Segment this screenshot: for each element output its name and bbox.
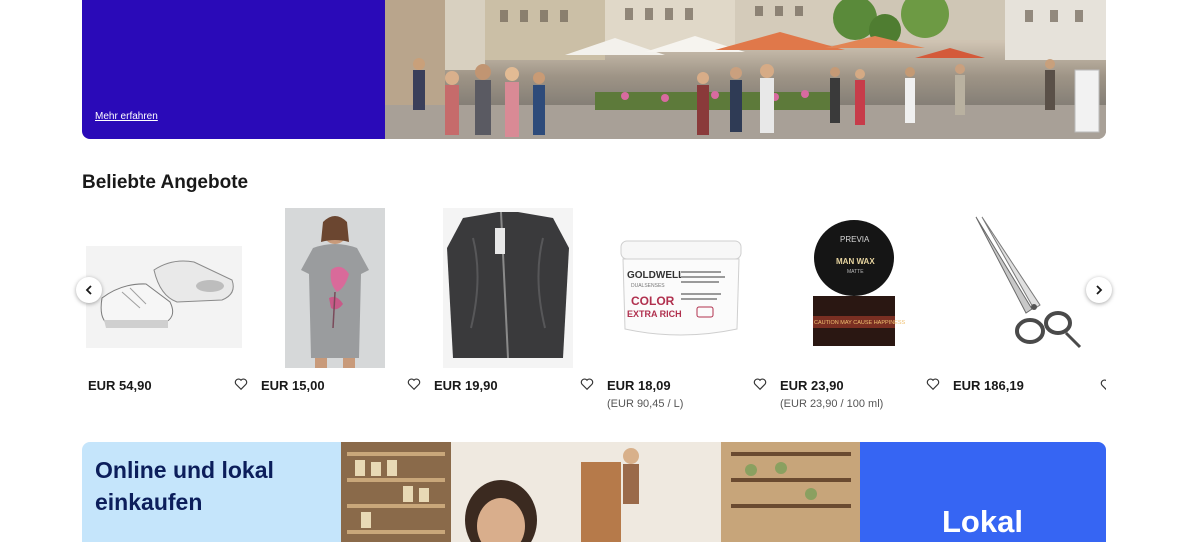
product-price: EUR 186,19 — [953, 378, 1024, 393]
heart-icon[interactable] — [753, 377, 769, 393]
product-image-dress[interactable] — [255, 208, 415, 368]
lokal-label: Lokal — [942, 504, 1023, 539]
previa-band: CAUTION MAY CAUSE HAPPINESS — [814, 320, 906, 326]
heart-icon[interactable] — [407, 377, 423, 393]
product-price: EUR 15,00 — [261, 378, 325, 393]
product-card-jacket[interactable]: EUR 19,90 — [428, 205, 594, 420]
hair-mask-image: GOLDWELL. DUALSENSES COLOR EXTRA RICH — [620, 240, 742, 336]
product-price: EUR 23,90 — [780, 378, 844, 393]
goldwell-sub: DUALSENSES — [631, 283, 665, 289]
popular-offers-carousel: EUR 54,90 EUR 15,00 EUR 19,90 GOLDWELL. … — [82, 205, 1106, 420]
previa-sub: MATTE — [847, 269, 864, 275]
product-image-hair-mask[interactable]: GOLDWELL. DUALSENSES COLOR EXTRA RICH — [601, 208, 761, 368]
online-local-title: Online und lokal einkaufen — [95, 457, 274, 515]
product-image-sneaker[interactable] — [82, 208, 242, 368]
product-unit-price: (EUR 23,90 / 100 ml) — [780, 398, 884, 410]
product-image-scissors[interactable] — [947, 208, 1107, 368]
previa-brand: PREVIA — [840, 235, 870, 244]
previa-name: MAN WAX — [836, 257, 875, 266]
goldwell-line-2: EXTRA RICH — [627, 309, 682, 319]
product-card-dress[interactable]: EUR 15,00 — [255, 205, 421, 420]
market-photo — [385, 0, 1106, 139]
product-card-man-wax[interactable]: PREVIA MAN WAX MATTE CAUTION MAY CAUSE H… — [774, 205, 940, 420]
carousel-next-button[interactable] — [1086, 277, 1112, 303]
product-unit-price: (EUR 90,45 / L) — [607, 398, 684, 410]
jacket-image — [443, 208, 573, 368]
shop-photo-illustration — [341, 442, 860, 542]
online-local-panel: Online und lokal einkaufen — [82, 442, 341, 542]
product-card-scissors[interactable]: EUR 186,19 — [947, 205, 1107, 420]
shop-photo — [341, 442, 860, 542]
product-card-sneaker[interactable]: EUR 54,90 — [82, 205, 248, 420]
goldwell-line-1: COLOR — [631, 294, 675, 308]
dress-image — [285, 208, 385, 368]
carousel-prev-button[interactable] — [76, 277, 102, 303]
chevron-left-icon — [85, 285, 92, 295]
heart-icon[interactable] — [926, 377, 942, 393]
product-card-hair-mask[interactable]: GOLDWELL. DUALSENSES COLOR EXTRA RICH EU… — [601, 205, 767, 420]
hero-banner: Mehr erfahren — [82, 0, 1106, 139]
scissors-image — [975, 216, 1082, 349]
product-image-man-wax[interactable]: PREVIA MAN WAX MATTE CAUTION MAY CAUSE H… — [774, 208, 934, 368]
product-price: EUR 18,09 — [607, 378, 671, 393]
heart-icon[interactable] — [234, 377, 250, 393]
man-wax-image: PREVIA MAN WAX MATTE CAUTION MAY CAUSE H… — [813, 220, 906, 346]
chevron-right-icon — [1096, 285, 1103, 295]
heart-icon[interactable] — [1100, 378, 1106, 392]
section-title: Beliebte Angebote — [82, 172, 249, 193]
sneaker-image — [86, 246, 242, 348]
product-image-jacket[interactable] — [428, 208, 588, 368]
goldwell-brand: GOLDWELL. — [627, 270, 687, 281]
lokal-panel: Lokal — [860, 442, 1106, 542]
online-local-banner[interactable]: Online und lokal einkaufen Lokal — [82, 442, 1106, 542]
mehr-erfahren-link[interactable]: Mehr erfahren — [95, 111, 158, 122]
market-photo-illustration — [385, 0, 1106, 139]
hero-banner-panel: Mehr erfahren — [82, 0, 385, 139]
heart-icon[interactable] — [580, 377, 596, 393]
product-price: EUR 19,90 — [434, 378, 498, 393]
product-price: EUR 54,90 — [88, 378, 152, 393]
